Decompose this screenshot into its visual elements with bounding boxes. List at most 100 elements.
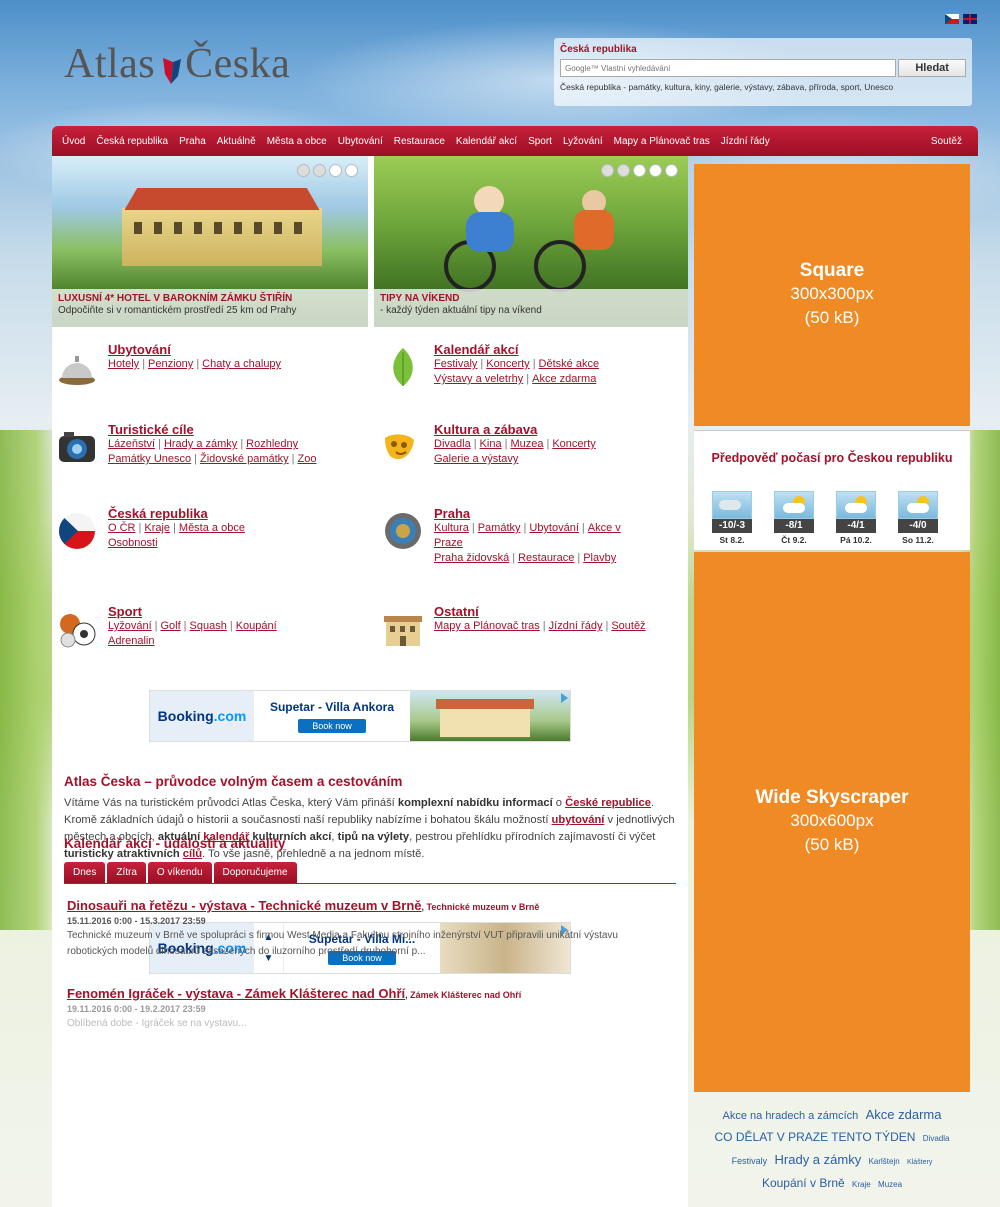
link-ceske-republice[interactable]: České republice	[565, 797, 651, 809]
tag-link[interactable]: Kláštery	[907, 1159, 932, 1166]
slider-hotel[interactable]: Luxusní 4* hotel v barokním zámku Štiřín…	[52, 156, 368, 327]
category-link[interactable]: Ubytování	[529, 522, 579, 534]
tag-link[interactable]: Festivaly	[732, 1156, 768, 1166]
category-link[interactable]: Galerie a výstavy	[434, 453, 518, 465]
link-ubytovani[interactable]: ubytování	[552, 814, 605, 826]
weather-day[interactable]: -4/0 So 11.2.	[898, 491, 938, 545]
category-link[interactable]: Lázeňství	[108, 438, 155, 450]
category-link[interactable]: Zoo	[298, 453, 317, 465]
category-link[interactable]: Koncerty	[486, 358, 529, 370]
category-link[interactable]: Hrady a zámky	[164, 438, 237, 450]
category-link[interactable]: Výstavy a veletrhy	[434, 373, 523, 385]
category-title[interactable]: Kalendář akcí	[434, 342, 688, 357]
category-link[interactable]: Festivaly	[434, 358, 477, 370]
tag-link[interactable]: Karlštejn	[869, 1157, 900, 1166]
category-title[interactable]: Turistické cíle	[108, 422, 362, 437]
site-logo[interactable]: Atlas Česka	[64, 40, 290, 88]
event-title[interactable]: Dinosauři na řetězu - výstava - Technick…	[67, 898, 422, 913]
ad-wide-skyscraper[interactable]: Wide Skyscraper 300x600px (50 kB)	[694, 552, 970, 1092]
menu-item-soutez[interactable]: Soutěž	[931, 136, 962, 147]
menu-item-praha[interactable]: Praha	[179, 136, 206, 147]
tag-link[interactable]: Kraje	[852, 1180, 871, 1189]
category-link[interactable]: Chaty a chalupy	[202, 358, 281, 370]
menu-item-mapy[interactable]: Mapy a Plánovač tras	[614, 136, 710, 147]
category-title[interactable]: Ostatní	[434, 604, 688, 619]
menu-item-ceska-republika[interactable]: Česká republika	[96, 136, 168, 147]
weather-day[interactable]: -10/-3 St 8.2.	[712, 491, 752, 545]
category-link[interactable]: Praha židovská	[434, 552, 509, 564]
slider-dot[interactable]	[633, 164, 646, 177]
category-link[interactable]: Mapy a Plánovač tras	[434, 620, 540, 632]
category-link[interactable]: Hotely	[108, 358, 139, 370]
category-link[interactable]: Koupání	[236, 620, 277, 632]
english-flag-icon[interactable]	[963, 14, 977, 24]
category-title[interactable]: Česká republika	[108, 506, 362, 521]
category-link[interactable]: Osobnosti	[108, 537, 158, 549]
category-link[interactable]: Divadla	[434, 438, 471, 450]
category-link[interactable]: Akce v	[588, 522, 621, 534]
slider-dot[interactable]	[313, 164, 326, 177]
category-link[interactable]: Golf	[160, 620, 180, 632]
category-link[interactable]: Památky Unesco	[108, 453, 191, 465]
category-link[interactable]: Lyžování	[108, 620, 152, 632]
ad-choices-icon[interactable]	[561, 693, 568, 703]
tag-link[interactable]: Muzea	[878, 1180, 902, 1189]
category-link[interactable]: Dětské akce	[539, 358, 600, 370]
slider-dot[interactable]	[297, 164, 310, 177]
czech-flag-icon[interactable]	[945, 14, 959, 24]
category-link[interactable]: Města a obce	[179, 522, 245, 534]
menu-item-ubytovani[interactable]: Ubytování	[338, 136, 383, 147]
category-link[interactable]: Restaurace	[518, 552, 574, 564]
category-link[interactable]: Koncerty	[552, 438, 595, 450]
category-title[interactable]: Sport	[108, 604, 362, 619]
tab-zitra[interactable]: Zítra	[107, 862, 146, 883]
slider-dot[interactable]	[329, 164, 342, 177]
category-link[interactable]: O ČR	[108, 522, 136, 534]
tab-dnes[interactable]: Dnes	[64, 862, 106, 883]
category-link[interactable]: Muzea	[510, 438, 543, 450]
weather-day[interactable]: -8/1 Čt 9.2.	[774, 491, 814, 545]
menu-item-jizdni-rady[interactable]: Jízdní řády	[721, 136, 770, 147]
tag-link[interactable]: Akce na hradech a zámcích	[723, 1110, 859, 1122]
category-title[interactable]: Ubytování	[108, 342, 362, 357]
tag-link[interactable]: Hrady a zámky	[775, 1152, 862, 1167]
tag-link[interactable]: CO DĚLAT V PRAZE TENTO TÝDEN	[715, 1130, 916, 1144]
category-link[interactable]: Rozhledny	[246, 438, 298, 450]
category-link[interactable]: Kultura	[434, 522, 469, 534]
category-title[interactable]: Praha	[434, 506, 688, 521]
ad-square[interactable]: Square 300x300px (50 kB)	[694, 164, 970, 426]
category-link[interactable]: Židovské památky	[200, 453, 289, 465]
slider-weekend-tips[interactable]: Tipy na víkend - každý týden aktuální ti…	[374, 156, 688, 327]
category-link[interactable]: Kraje	[144, 522, 170, 534]
category-link[interactable]: Soutěž	[611, 620, 645, 632]
category-link[interactable]: Adrenalin	[108, 635, 154, 647]
menu-item-kalendar-akci[interactable]: Kalendář akcí	[456, 136, 517, 147]
search-input[interactable]	[560, 59, 897, 77]
slider-dot[interactable]	[345, 164, 358, 177]
menu-item-mesta-a-obce[interactable]: Města a obce	[267, 136, 327, 147]
tab-o-vikendu[interactable]: O víkendu	[147, 862, 212, 883]
category-link[interactable]: Squash	[190, 620, 227, 632]
category-link[interactable]: Akce zdarma	[532, 373, 596, 385]
menu-item-lyzovani[interactable]: Lyžování	[563, 136, 603, 147]
search-button[interactable]: Hledat	[898, 59, 966, 77]
booking-ad-1[interactable]: Booking .com Supetar - Villa Ankora Book …	[149, 690, 571, 742]
category-link[interactable]: Kina	[480, 438, 502, 450]
category-link[interactable]: Praze	[434, 537, 463, 549]
tag-link[interactable]: Koupání v Brně	[762, 1176, 845, 1190]
tag-link[interactable]: Divadla	[923, 1134, 950, 1143]
category-title[interactable]: Kultura a zábava	[434, 422, 688, 437]
slider-dot[interactable]	[649, 164, 662, 177]
menu-item-restaurace[interactable]: Restaurace	[394, 136, 445, 147]
category-link[interactable]: Penziony	[148, 358, 193, 370]
event-title[interactable]: Fenomén Igráček - výstava - Zámek Klášte…	[67, 986, 405, 1001]
menu-item-aktualne[interactable]: Aktuálně	[217, 136, 256, 147]
slider-dot[interactable]	[617, 164, 630, 177]
category-link[interactable]: Plavby	[583, 552, 616, 564]
slider-dot[interactable]	[665, 164, 678, 177]
category-link[interactable]: Jízdní řády	[549, 620, 603, 632]
book-now-button[interactable]: Book now	[298, 718, 366, 733]
menu-item-sport[interactable]: Sport	[528, 136, 552, 147]
weather-day[interactable]: -4/1 Pá 10.2.	[836, 491, 876, 545]
menu-item-uvod[interactable]: Úvod	[62, 136, 85, 147]
